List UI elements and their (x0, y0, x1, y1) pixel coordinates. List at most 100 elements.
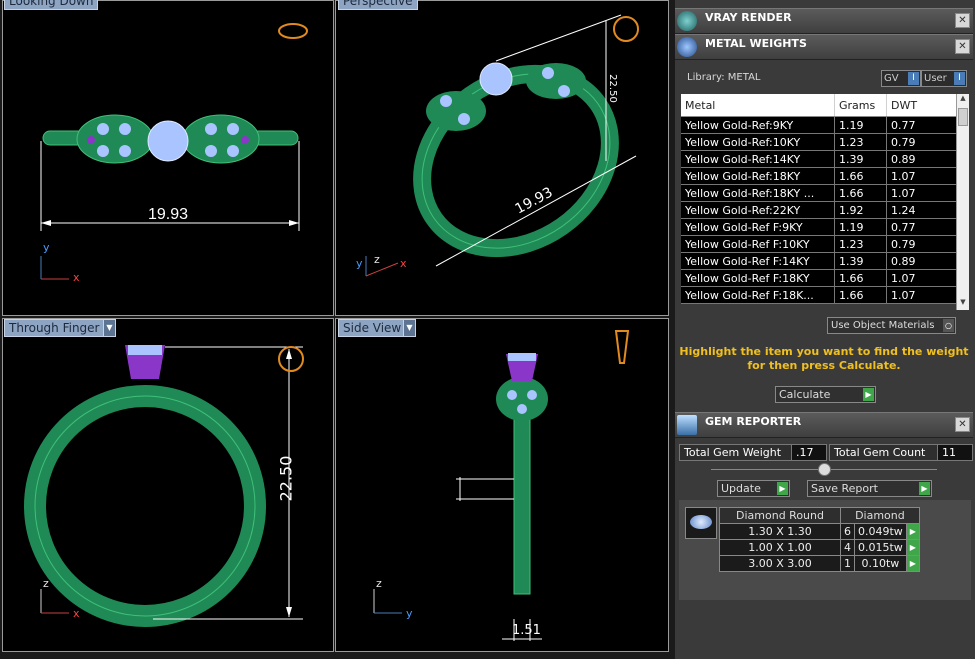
user-toggle[interactable]: User I (921, 70, 967, 87)
vray-render-title: VRAY RENDER (705, 11, 792, 24)
dimension-label: 22.50 (276, 455, 296, 502)
dwt-cell: 0.79 (886, 133, 959, 151)
dwt-cell: 1.07 (886, 286, 959, 304)
viewport-through-finger[interactable]: 22.50 z x (2, 318, 334, 652)
column-header-diamond[interactable]: Diamond (840, 507, 920, 524)
save-report-label: Save Report (811, 482, 878, 495)
viewport-menu-arrow-through-finger[interactable]: ▼ (103, 319, 116, 337)
table-row[interactable]: Yellow Gold-Ref F:10KY 1.23 0.79 (681, 235, 959, 253)
grams-cell: 1.66 (834, 184, 887, 202)
axis-x-label: x (400, 257, 407, 270)
metal-cell: Yellow Gold-Ref:18KY ... (681, 184, 835, 202)
table-row[interactable]: Yellow Gold-Ref:9KY 1.19 0.77 (681, 116, 959, 134)
hint-line-2: for then press Calculate. (747, 359, 901, 372)
gem-reporter-header[interactable]: GEM REPORTER ✕ (675, 412, 973, 438)
gem-thumbnail-icon (685, 507, 717, 539)
scroll-down-arrow[interactable]: ▼ (957, 298, 969, 310)
close-icon[interactable]: ✕ (955, 417, 970, 432)
gv-checkbox[interactable]: I (908, 72, 919, 85)
table-row[interactable]: Yellow Gold-Ref:14KY 1.39 0.89 (681, 150, 959, 168)
total-gem-weight-value: .17 (791, 444, 827, 461)
toggle-icon: ○ (943, 319, 954, 332)
close-icon[interactable]: ✕ (955, 39, 970, 54)
gem-size-cell: 3.00 X 3.00 (719, 555, 841, 572)
user-checkbox[interactable]: I (954, 72, 965, 85)
metal-cell: Yellow Gold-Ref:22KY (681, 201, 835, 219)
grams-cell: 1.19 (834, 116, 887, 134)
dwt-cell: 0.79 (886, 235, 959, 253)
select-gem-button[interactable]: ▶ (905, 523, 920, 540)
grams-cell: 1.39 (834, 150, 887, 168)
save-report-button[interactable]: Save Report ▶ (807, 480, 932, 497)
dwt-cell: 1.07 (886, 269, 959, 287)
table-row[interactable]: Yellow Gold-Ref F:14KY 1.39 0.89 (681, 252, 959, 270)
gem-report-table[interactable]: Diamond Round Diamond 1.30 X 1.30 6 0.049t… (719, 507, 920, 572)
viewport-title-through-finger[interactable]: Through Finger (4, 319, 105, 337)
use-object-materials-label: Use Object Materials (831, 320, 935, 331)
table-row[interactable]: 1.00 X 1.00 4 0.015tw ▶ (719, 539, 920, 556)
axis-y-label: y (406, 607, 413, 620)
close-icon[interactable]: ✕ (955, 13, 970, 28)
splitter-knob-icon[interactable] (818, 463, 831, 476)
dwt-cell: 0.77 (886, 116, 959, 134)
dwt-cell: 0.77 (886, 218, 959, 236)
table-row[interactable]: Yellow Gold-Ref:10KY 1.23 0.79 (681, 133, 959, 151)
dwt-cell: 0.89 (886, 150, 959, 168)
axis-y-label: y (43, 241, 50, 254)
scroll-thumb[interactable] (958, 108, 968, 126)
play-icon: ▶ (777, 482, 788, 495)
viewport-title-perspective[interactable]: Perspective (338, 0, 418, 10)
metal-cell: Yellow Gold-Ref:14KY (681, 150, 835, 168)
dwt-cell: 1.07 (886, 167, 959, 185)
viewport-title-looking-down[interactable]: Looking Down (4, 0, 99, 10)
metal-table-scrollbar[interactable]: ▲ ▼ (956, 94, 969, 310)
vray-render-header[interactable]: VRAY RENDER ✕ (675, 8, 973, 34)
gv-toggle[interactable]: GV I (881, 70, 921, 87)
table-row[interactable]: 3.00 X 3.00 1 0.10tw ▶ (719, 555, 920, 572)
column-header-diamond-round[interactable]: Diamond Round (719, 507, 841, 524)
viewport-title-side-view[interactable]: Side View (338, 319, 407, 337)
table-row[interactable]: Yellow Gold-Ref F:9KY 1.19 0.77 (681, 218, 959, 236)
total-gem-count-label: Total Gem Count (829, 444, 939, 461)
gem-weight-cell: 0.049tw (854, 523, 907, 540)
column-header-metal[interactable]: Metal (681, 94, 835, 117)
axis-y-label: y (356, 257, 363, 270)
hint-line-1: Highlight the item you want to find the … (679, 345, 969, 358)
metal-cell: Yellow Gold-Ref F:18KY (681, 269, 835, 287)
dimension-height-label: 22.50 (606, 74, 618, 103)
table-row[interactable]: Yellow Gold-Ref F:18KY 1.66 1.07 (681, 269, 959, 287)
viewport-menu-arrow-side-view[interactable]: ▼ (403, 319, 416, 337)
metal-weights-header[interactable]: METAL WEIGHTS ✕ (675, 34, 973, 60)
axis-z-label: z (376, 577, 382, 590)
viewport-perspective[interactable]: 19.93 22.50 z y x (335, 0, 669, 316)
grams-cell: 1.19 (834, 218, 887, 236)
select-gem-button[interactable]: ▶ (905, 539, 920, 556)
update-button[interactable]: Update ▶ (717, 480, 790, 497)
axis-x-label: x (73, 271, 80, 284)
metal-cell: Yellow Gold-Ref:10KY (681, 133, 835, 151)
grams-cell: 1.66 (834, 167, 887, 185)
table-row[interactable]: Yellow Gold-Ref:22KY 1.92 1.24 (681, 201, 959, 219)
right-panel: VRAY RENDER ✕ METAL WEIGHTS ✕ Library: M… (675, 0, 975, 659)
use-object-materials-toggle[interactable]: Use Object Materials ○ (827, 317, 956, 334)
gem-count-cell: 1 (840, 555, 855, 572)
scroll-up-arrow[interactable]: ▲ (957, 94, 969, 106)
column-header-grams[interactable]: Grams (834, 94, 887, 117)
table-row[interactable]: Yellow Gold-Ref F:18K... 1.66 1.07 (681, 286, 959, 304)
gem-weight-cell: 0.015tw (854, 539, 907, 556)
table-row[interactable]: Yellow Gold-Ref:18KY 1.66 1.07 (681, 167, 959, 185)
gem-count-cell: 6 (840, 523, 855, 540)
user-label: User (924, 73, 947, 84)
viewport-side-view[interactable]: 1.51 z y (335, 318, 669, 652)
select-gem-button[interactable]: ▶ (905, 555, 920, 572)
play-icon: ▶ (919, 482, 930, 495)
dwt-cell: 0.89 (886, 252, 959, 270)
play-icon: ▶ (863, 388, 874, 401)
calculate-button[interactable]: Calculate ▶ (775, 386, 876, 403)
metal-cell: Yellow Gold-Ref:18KY (681, 167, 835, 185)
table-row[interactable]: 1.30 X 1.30 6 0.049tw ▶ (719, 523, 920, 540)
metal-weights-table[interactable]: Metal Grams DWT Yellow Gold-Ref:9KY 1.19 0… (681, 94, 959, 304)
viewport-looking-down[interactable]: 19.93 y x (2, 0, 334, 316)
column-header-dwt[interactable]: DWT (886, 94, 959, 117)
table-row[interactable]: Yellow Gold-Ref:18KY ... 1.66 1.07 (681, 184, 959, 202)
